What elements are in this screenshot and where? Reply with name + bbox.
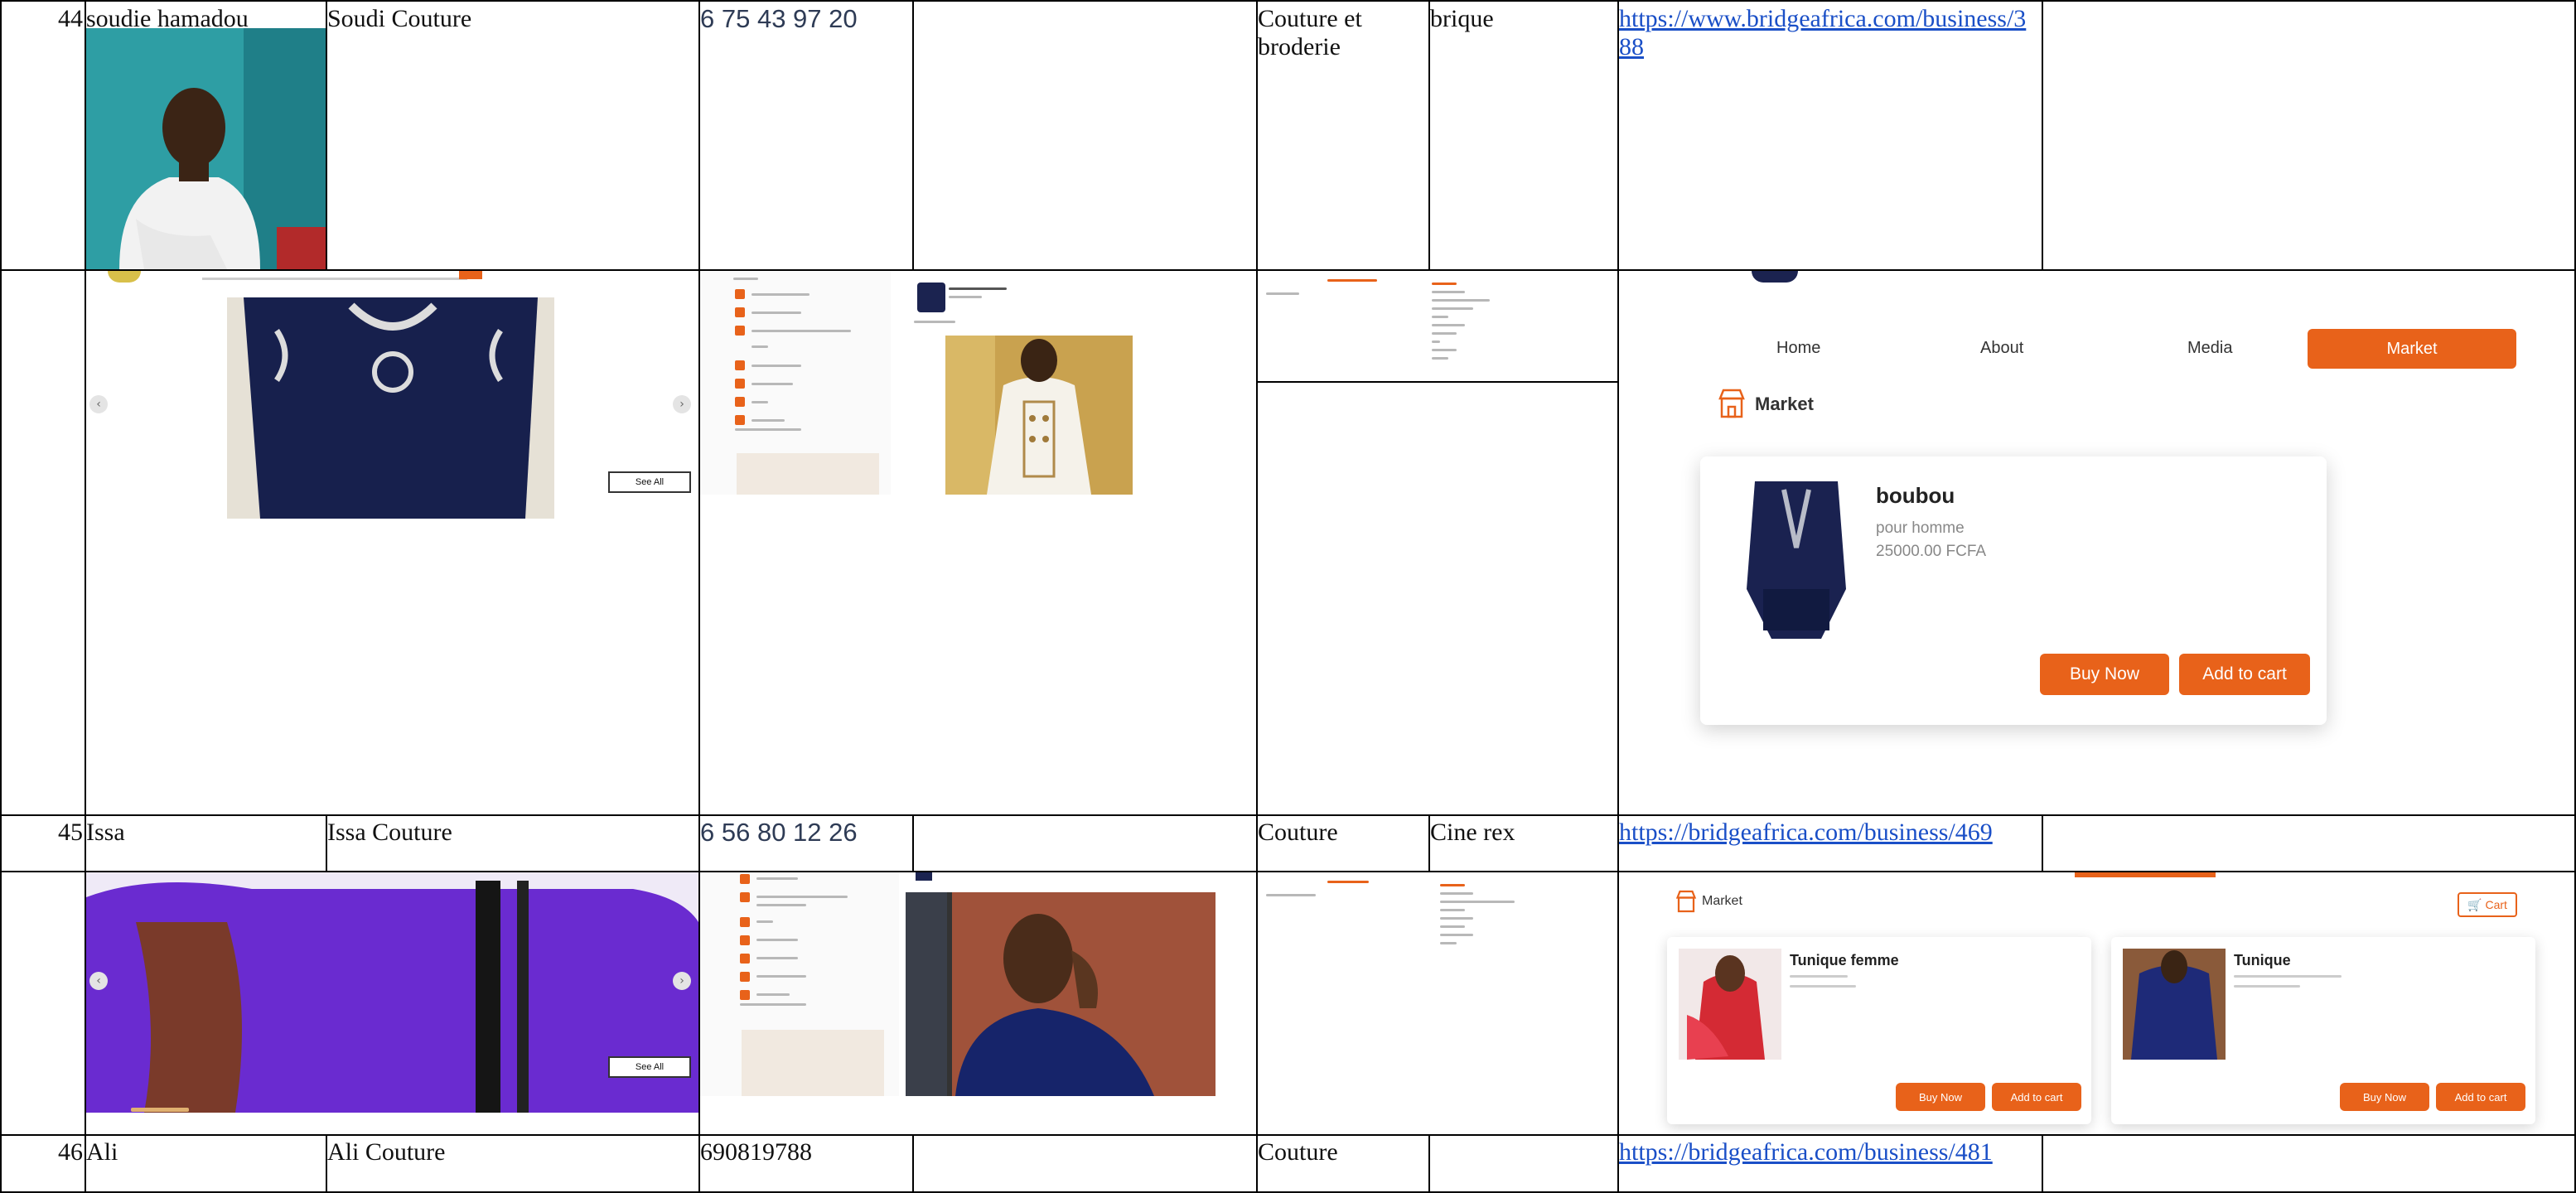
product-name: Tunique [2234,952,2291,968]
row-number: 44 [58,5,83,32]
profile-avatar [917,283,945,312]
product-desc: pour homme [1876,519,1965,537]
category: Couture [1258,1138,1338,1166]
product-image [1679,949,1781,1060]
market-store-icon [1674,889,1699,914]
col-rule [2042,1134,2043,1193]
profile-photo [945,336,1133,495]
avatar [1752,271,1798,283]
see-all-button[interactable]: See All [608,471,691,493]
product-price: 25000.00 FCFA [1876,543,1987,560]
section-title: Market [1755,394,1814,414]
product-card: Tunique femme Buy Now Add to cart [1667,937,2091,1124]
nav-market[interactable] [2075,872,2216,877]
listing-screenshot [1258,872,1617,988]
product-image [2123,949,2226,1060]
product-card: boubou pour homme 25000.00 FCFA Buy Now … [1700,456,2327,725]
owner-photo [86,28,326,269]
location: brique [1430,5,1494,32]
product-photo-art [227,297,554,519]
logo-icon [108,271,141,283]
product-image [1738,473,1854,639]
col-rule [326,0,327,269]
profile-sidebar [700,872,899,1096]
owner-name: Issa [86,819,125,846]
col-rule [1256,0,1258,1193]
profile-photo [906,892,1216,1096]
col-rule [912,1134,914,1193]
market-screenshot: Market 🛒 Cart Tunique femme Buy Now Add … [1619,872,2574,1134]
next-arrow-icon[interactable]: › [673,395,691,413]
business-name: Issa Couture [327,819,452,846]
carousel-screenshot: ‹ › See All [86,872,698,1134]
profile-screenshot [700,271,1256,814]
product-name: Tunique femme [1790,952,1899,968]
add-to-cart-button[interactable]: Add to cart [2179,654,2310,695]
col-rule [1428,0,1430,269]
search-bar [202,278,467,280]
prev-arrow-icon[interactable]: ‹ [89,395,108,413]
buy-now-button[interactable]: Buy Now [2340,1083,2429,1111]
add-to-cart-button[interactable]: Add to cart [2436,1083,2525,1111]
business-link[interactable]: https://www.bridgeafrica.com/business/38… [1619,5,2037,61]
add-to-cart-button[interactable]: Add to cart [1992,1083,2081,1111]
product-photo [227,297,554,519]
market-screenshot: Home About Media Market Market boubou po… [1619,271,2574,814]
row-number: 46 [58,1138,83,1166]
phone-number: 690819788 [700,1138,812,1166]
col-rule [1428,1134,1430,1193]
profile-sidebar [700,271,891,495]
category: Couture et broderie [1258,5,1362,60]
prev-arrow-icon[interactable]: ‹ [89,972,108,990]
product-photo-art [86,872,698,1113]
cart-button[interactable]: 🛒 Cart [2458,892,2517,917]
carousel-indicator [131,1108,189,1112]
buy-now-button[interactable]: Buy Now [2040,654,2169,695]
profile-photo-art [906,892,1216,1096]
phone-number: 6 56 80 12 26 [700,818,858,847]
profile-avatar [916,872,932,881]
phone-number: 6 75 43 97 20 [700,4,858,33]
business-link[interactable]: https://bridgeafrica.com/business/469 [1619,819,1993,847]
owner-name: Ali [86,1138,118,1166]
row-rule [0,0,2576,2]
col-rule [0,0,2,1193]
col-rule [2042,0,2043,269]
product-card: Tunique Buy Now Add to cart [2111,937,2535,1124]
col-rule [912,814,914,871]
cart-label: Cart [2485,898,2507,911]
nav-home[interactable]: Home [1776,339,1820,358]
nav-market[interactable]: Market [2308,329,2516,369]
cell-rule [1258,381,1617,383]
row-rule [0,1134,2576,1136]
next-arrow-icon[interactable]: › [673,972,691,990]
col-rule [912,0,914,269]
row-number: 45 [58,819,83,846]
search-button [459,271,482,279]
location: Cine rex [1430,819,1515,846]
nav-about[interactable]: About [1980,339,2023,358]
buy-now-button[interactable]: Buy Now [1896,1083,1985,1111]
product-name: boubou [1876,483,1955,508]
section-title: Market [1702,894,1742,908]
cart-icon: 🛒 [2467,897,2482,911]
owner-photo-art [86,28,326,269]
business-name: Ali Couture [327,1138,446,1166]
market-store-icon [1715,387,1748,420]
carousel-screenshot: ‹ › See All [86,271,698,814]
business-link[interactable]: https://bridgeafrica.com/business/481 [1619,1138,1993,1166]
col-rule [2042,814,2043,871]
row-rule [0,814,2576,816]
profile-screenshot [700,872,1256,1109]
business-name: Soudi Couture [327,5,472,32]
listing-screenshot [1258,271,1617,381]
nav-media[interactable]: Media [2187,339,2232,358]
category: Couture [1258,819,1338,846]
see-all-button[interactable]: See All [608,1056,691,1078]
profile-photo-art [945,336,1133,495]
